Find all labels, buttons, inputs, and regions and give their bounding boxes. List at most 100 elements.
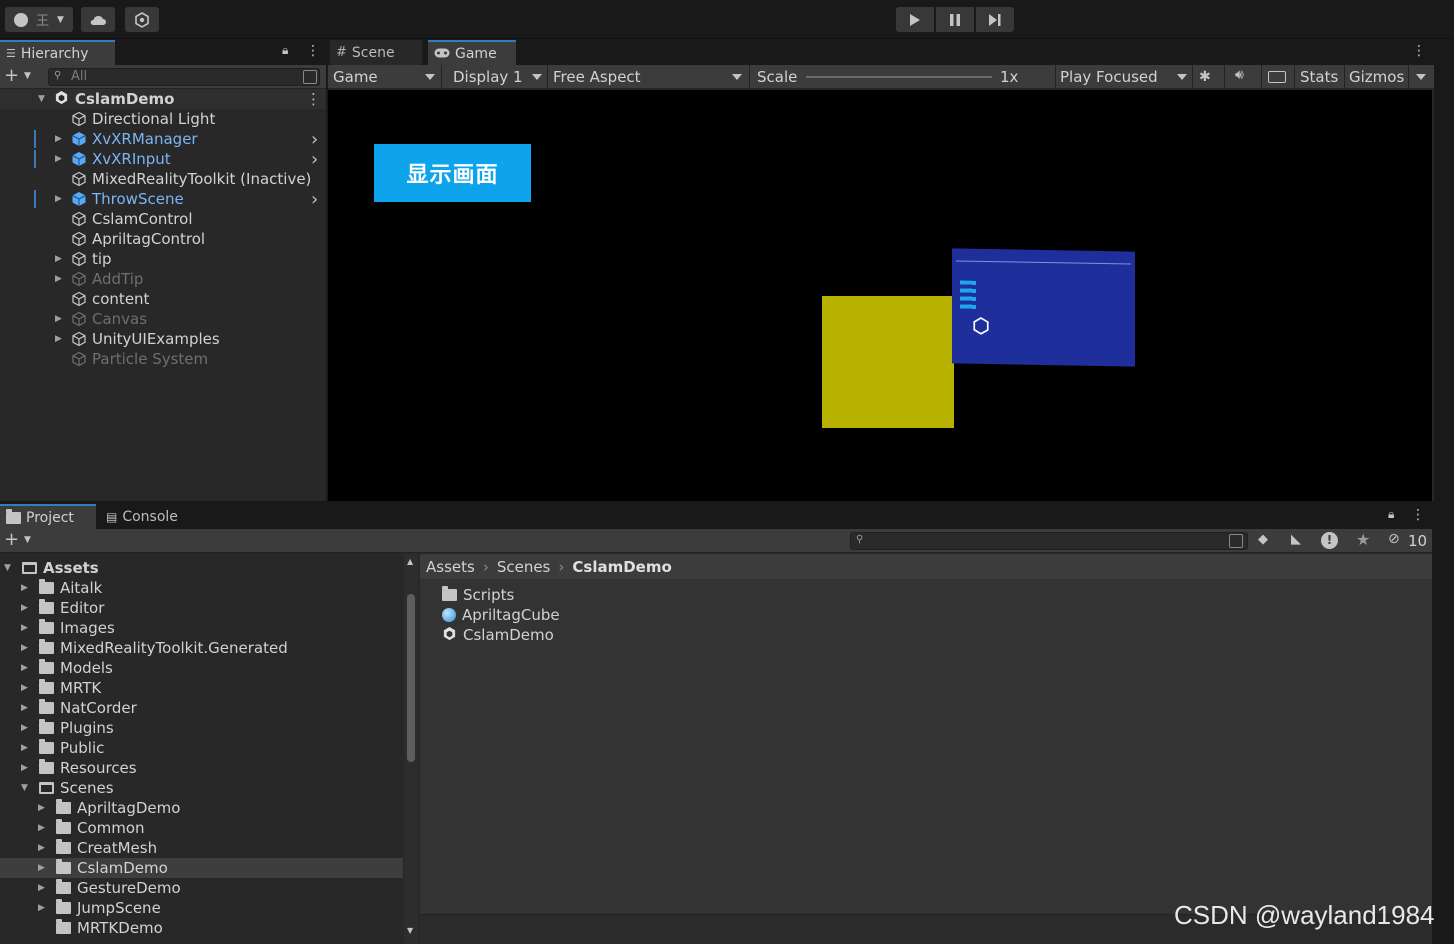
- expand-arrow-icon[interactable]: ▶: [55, 134, 67, 144]
- add-icon[interactable]: +: [4, 65, 19, 86]
- expand-arrow-icon[interactable]: ▶: [55, 254, 67, 264]
- tree-folder-item[interactable]: ▶ ApriltagDemo: [0, 798, 403, 818]
- bug-icon[interactable]: ✱: [1199, 69, 1211, 85]
- label-tag-icon[interactable]: ◣: [1291, 532, 1301, 547]
- tree-folder-item[interactable]: ▶ Aitalk: [0, 578, 403, 598]
- expand-arrow-icon[interactable]: ▶: [21, 583, 33, 593]
- expand-arrow-icon[interactable]: ▶: [38, 843, 50, 853]
- hierarchy-item[interactable]: content: [0, 289, 326, 309]
- tree-folder-item[interactable]: ▼ Assets: [0, 558, 403, 578]
- chevron-down-icon[interactable]: ▼: [24, 535, 31, 545]
- chevron-down-icon[interactable]: ▼: [24, 71, 31, 81]
- tree-folder-item[interactable]: MRTKDemo: [0, 918, 403, 938]
- expand-arrow-icon[interactable]: ▶: [55, 314, 67, 324]
- tab-project[interactable]: Project: [0, 504, 96, 529]
- tab-console[interactable]: ▤ Console: [100, 504, 200, 529]
- tree-folder-item[interactable]: ▼ Scenes: [0, 778, 403, 798]
- hierarchy-item[interactable]: ▶ UnityUIExamples: [0, 329, 326, 349]
- pause-button[interactable]: [936, 7, 974, 32]
- show-screen-button[interactable]: 显示画面: [374, 144, 531, 202]
- add-icon[interactable]: +: [4, 529, 19, 550]
- tree-folder-item[interactable]: ▶ MixedRealityToolkit.Generated: [0, 638, 403, 658]
- filter-by-type-icon[interactable]: ◆: [1258, 532, 1268, 547]
- expand-arrow-icon[interactable]: ▼: [21, 783, 33, 793]
- expand-arrow-icon[interactable]: ▼: [4, 563, 16, 573]
- breadcrumb-assets[interactable]: Assets: [426, 558, 475, 576]
- tree-folder-item[interactable]: ▶ JumpScene: [0, 898, 403, 918]
- expand-arrow-icon[interactable]: ▶: [21, 623, 33, 633]
- scene-more-icon[interactable]: ⋮: [306, 90, 321, 108]
- lock-icon[interactable]: 🔒︎: [1388, 507, 1394, 522]
- audio-icon[interactable]: 🔊︎: [1235, 67, 1244, 83]
- scroll-up-icon[interactable]: ▲: [407, 557, 413, 566]
- tree-folder-item[interactable]: ▶ Plugins: [0, 718, 403, 738]
- expand-arrow-icon[interactable]: ▶: [55, 154, 67, 164]
- hierarchy-item[interactable]: MixedRealityToolkit (Inactive): [0, 169, 326, 189]
- cloud-button[interactable]: [81, 7, 115, 32]
- warning-icon[interactable]: !: [1321, 532, 1338, 549]
- expand-arrow-icon[interactable]: ▶: [21, 643, 33, 653]
- account-dropdown[interactable]: 王 ▼: [5, 7, 73, 32]
- hierarchy-item[interactable]: ▶ Canvas: [0, 309, 326, 329]
- tree-folder-item[interactable]: ▶ Resources: [0, 758, 403, 778]
- tab-hierarchy[interactable]: ☰ Hierarchy: [0, 40, 115, 65]
- tree-folder-item[interactable]: ▶ GestureDemo: [0, 878, 403, 898]
- hierarchy-item[interactable]: ▶ XvXRInput ›: [0, 149, 326, 170]
- search-options-icon[interactable]: [1229, 534, 1243, 548]
- expand-arrow-icon[interactable]: ▶: [21, 683, 33, 693]
- hierarchy-item[interactable]: Directional Light: [0, 109, 326, 129]
- expand-arrow-icon[interactable]: ▶: [21, 723, 33, 733]
- project-search-input[interactable]: ⚲: [850, 532, 1248, 550]
- expand-arrow-icon[interactable]: ▶: [55, 194, 67, 204]
- tab-game[interactable]: Game: [428, 40, 516, 65]
- gizmos-button[interactable]: Gizmos: [1344, 65, 1408, 89]
- expand-arrow-icon[interactable]: ▶: [38, 903, 50, 913]
- expand-arrow-icon[interactable]: ▶: [55, 334, 67, 344]
- game-mode-dropdown[interactable]: Game: [328, 65, 440, 89]
- more-options-icon[interactable]: ⋮: [306, 43, 320, 59]
- breadcrumb-current[interactable]: CslamDemo: [572, 558, 671, 576]
- expand-arrow-icon[interactable]: ▶: [21, 603, 33, 613]
- expand-arrow-icon[interactable]: ▶: [21, 703, 33, 713]
- stats-button[interactable]: Stats: [1295, 65, 1345, 89]
- tree-folder-item[interactable]: ▶ Public: [0, 738, 403, 758]
- expand-arrow-icon[interactable]: ▶: [38, 823, 50, 833]
- expand-arrow-icon[interactable]: ▶: [21, 763, 33, 773]
- scroll-thumb[interactable]: [407, 594, 415, 762]
- hierarchy-item[interactable]: Particle System: [0, 349, 326, 369]
- more-options-icon[interactable]: ⋮: [1412, 43, 1426, 59]
- expand-arrow-icon[interactable]: ▶: [21, 743, 33, 753]
- tree-scrollbar[interactable]: ▲ ▼: [404, 554, 418, 944]
- expand-arrow-icon[interactable]: ▶: [55, 274, 67, 284]
- tree-folder-item[interactable]: ▶ Images: [0, 618, 403, 638]
- star-icon[interactable]: ★: [1356, 530, 1370, 549]
- content-item-scripts[interactable]: Scripts: [442, 585, 514, 605]
- tree-folder-item[interactable]: ▶ Models: [0, 658, 403, 678]
- gizmos-chevron-down-icon[interactable]: [1416, 74, 1426, 80]
- content-item-apriltagcube[interactable]: ApriltagCube: [442, 605, 560, 625]
- tree-folder-item[interactable]: ▶ CslamDemo: [0, 858, 403, 878]
- hierarchy-item[interactable]: ▶ AddTip: [0, 269, 326, 289]
- scale-slider[interactable]: [806, 76, 992, 78]
- hierarchy-item[interactable]: CslamControl: [0, 209, 326, 229]
- search-options-icon[interactable]: [303, 70, 317, 84]
- chevron-right-icon[interactable]: ›: [311, 129, 318, 150]
- chevron-right-icon[interactable]: ›: [311, 149, 318, 170]
- expand-arrow-icon[interactable]: ▶: [38, 883, 50, 893]
- breadcrumb-scenes[interactable]: Scenes: [497, 558, 551, 576]
- hierarchy-scene-row[interactable]: ▼ CslamDemo ⋮: [0, 89, 326, 109]
- play-mode-dropdown[interactable]: Play Focused: [1055, 65, 1185, 89]
- aspect-dropdown[interactable]: Free Aspect: [548, 65, 748, 89]
- tree-folder-item[interactable]: ▶ CreatMesh: [0, 838, 403, 858]
- tab-scene[interactable]: # Scene: [330, 40, 422, 65]
- hierarchy-item[interactable]: ▶ tip: [0, 249, 326, 269]
- hierarchy-search-input[interactable]: ⚲ All: [48, 68, 320, 86]
- tree-folder-item[interactable]: ▶ Common: [0, 818, 403, 838]
- keyboard-icon[interactable]: [1268, 71, 1286, 83]
- content-item-cslamdemo[interactable]: CslamDemo: [442, 625, 554, 645]
- lock-icon[interactable]: 🔒︎: [282, 43, 288, 58]
- more-options-icon[interactable]: ⋮: [1411, 507, 1425, 523]
- tree-folder-item[interactable]: ▶ Editor: [0, 598, 403, 618]
- hierarchy-item[interactable]: ApriltagControl: [0, 229, 326, 249]
- chevron-right-icon[interactable]: ›: [311, 189, 318, 210]
